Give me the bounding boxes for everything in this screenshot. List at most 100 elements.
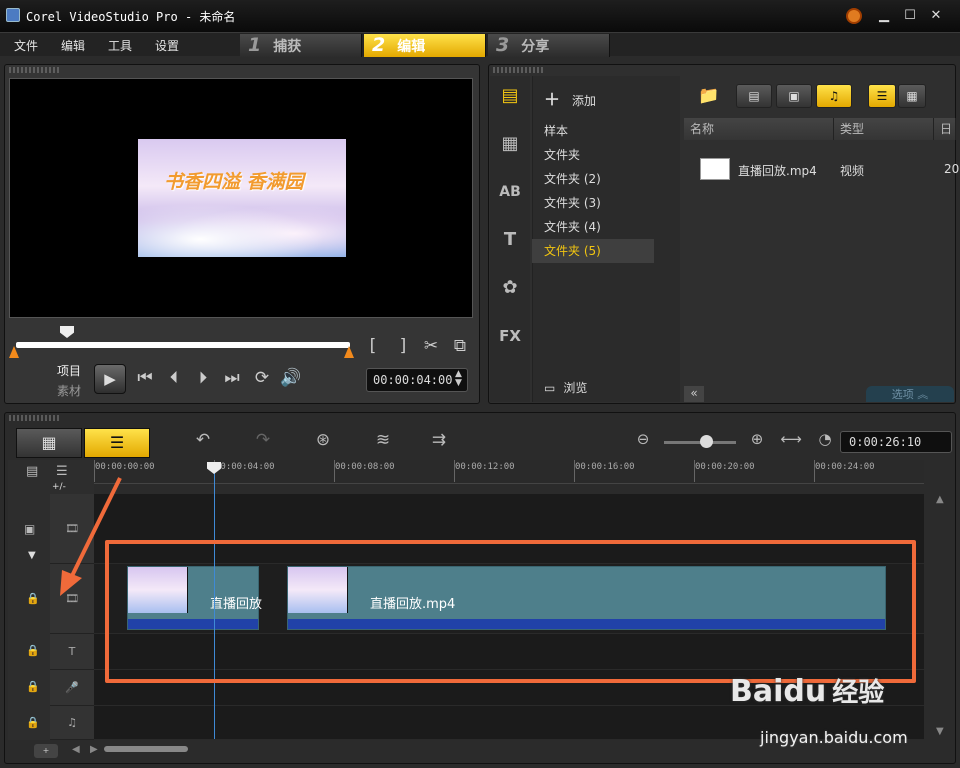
zoom-out-icon[interactable]: ⊖ [628, 430, 658, 448]
timeline-icon: ☰ [109, 433, 125, 452]
library-item[interactable]: 文件夹 (2) [544, 167, 666, 191]
tab-edit[interactable]: 2 编辑 [364, 34, 486, 57]
timecode-field[interactable]: 00:00:04:00 [366, 368, 468, 392]
fit-project-icon[interactable]: ⟷ [776, 430, 806, 448]
play-button[interactable]: ▶ [94, 364, 126, 394]
minimize-button[interactable]: ▁ [874, 8, 894, 23]
voice-track-label: 🎤 [50, 670, 94, 706]
tab-capture[interactable]: 1 捕获 [240, 34, 362, 57]
file-name[interactable]: 直播回放.mp4 [738, 162, 817, 179]
column-date[interactable]: 日期 [934, 118, 956, 140]
zoom-in-icon[interactable]: ⊕ [742, 430, 772, 448]
list-view-button[interactable]: ☰ [868, 84, 896, 108]
media-library-icon[interactable]: ▤ [490, 80, 530, 112]
next-frame-icon[interactable]: ⏵ [192, 368, 214, 388]
volume-icon[interactable]: 🔊 [280, 368, 302, 388]
tab-share[interactable]: 3 分享 [488, 34, 610, 57]
fx-icon[interactable]: FX [490, 320, 530, 352]
auto-music-icon[interactable]: ⇉ [424, 430, 454, 450]
library-item[interactable]: 样本 [544, 119, 666, 143]
title-bar: Corel VideoStudio Pro - 未命名 ▁ ☐ ✕ [0, 0, 960, 32]
show-video-button[interactable]: ▤ [736, 84, 772, 108]
mark-in-button[interactable]: [ [362, 336, 384, 356]
play-icon: ▶ [104, 370, 116, 388]
app-icon [6, 8, 20, 22]
microphone-icon: 🎤 [65, 681, 79, 694]
scroll-down-icon[interactable]: ▼ [936, 726, 944, 737]
column-type[interactable]: 类型 [834, 118, 934, 140]
browse-button[interactable]: ▭ 浏览 [544, 379, 587, 396]
mode-project[interactable]: 项目 [57, 362, 81, 379]
menu-settings[interactable]: 设置 [155, 37, 179, 54]
transitions-icon[interactable]: ▦ [490, 128, 530, 160]
add-folder-button[interactable]: ＋ 添加 [544, 86, 596, 110]
options-button[interactable]: 选项 ︽ [866, 386, 954, 402]
show-audio-button[interactable]: ♫ [816, 84, 852, 108]
music-icon: ♫ [828, 89, 840, 103]
lock-icon[interactable]: 🔒 [26, 644, 40, 657]
enlarge-preview-icon[interactable]: ⧉ [449, 336, 471, 356]
lock-icon[interactable]: 🔒 [26, 716, 40, 729]
library-item[interactable]: 文件夹 [544, 143, 666, 167]
menu-bar: 文件 编辑 工具 设置 1 捕获 2 编辑 3 分享 [0, 32, 960, 57]
thumbnail-view-button[interactable]: ▦ [898, 84, 926, 108]
library-sidebar: ▤ ▦ AB T ✿ FX [490, 76, 530, 402]
title-icon[interactable]: T [490, 224, 530, 256]
duration-clock-icon[interactable]: ◔ [810, 430, 840, 448]
undo-icon[interactable]: ↶ [188, 430, 218, 450]
repeat-icon[interactable]: ⟳ [251, 368, 273, 388]
collapse-library-icon[interactable]: « [684, 386, 704, 402]
scroll-left-icon[interactable]: ◀ [72, 744, 80, 755]
redo-icon[interactable]: ↷ [248, 430, 278, 450]
graphics-ab-icon[interactable]: AB [490, 176, 530, 208]
menu-file[interactable]: 文件 [14, 37, 38, 54]
ripple-icon[interactable]: ▣ [24, 522, 35, 536]
close-button[interactable]: ✕ [926, 8, 946, 23]
zoom-slider-thumb[interactable] [700, 435, 713, 448]
scroll-up-icon[interactable]: ▲ [936, 494, 944, 505]
menu-edit[interactable]: 编辑 [61, 37, 85, 54]
track-list-icon[interactable]: ☰ [56, 464, 68, 479]
filter-icon[interactable]: ✿ [490, 272, 530, 304]
overlay-track-icon: 🎞 [65, 592, 79, 605]
library-item-selected[interactable]: 文件夹 (5) [532, 239, 654, 263]
add-remove-track[interactable]: +/- [52, 482, 66, 492]
menu-tools[interactable]: 工具 [108, 37, 132, 54]
step-number: 3 [496, 34, 510, 56]
scissors-icon[interactable]: ✂ [420, 336, 442, 356]
maximize-button[interactable]: ☐ [900, 8, 920, 23]
help-icon[interactable] [846, 8, 862, 24]
previous-frame-icon[interactable]: ⏴ [163, 368, 185, 388]
scrubber-bar[interactable] [16, 342, 350, 348]
timeline-view-button[interactable]: ☰ [84, 428, 150, 458]
sound-mixer-icon[interactable]: ≋ [368, 430, 398, 450]
step-label: 捕获 [273, 39, 302, 55]
lock-icon[interactable]: 🔒 [26, 592, 40, 605]
library-item[interactable]: 文件夹 (3) [544, 191, 666, 215]
horizontal-scroll-thumb[interactable] [104, 746, 188, 752]
go-to-start-icon[interactable]: ⏮ [134, 368, 156, 388]
show-photo-button[interactable]: ▣ [776, 84, 812, 108]
browse-icon: ▭ [544, 381, 556, 395]
chevron-down-icon[interactable]: ▼ [28, 550, 36, 561]
mode-clip[interactable]: 素材 [57, 382, 81, 399]
file-thumbnail [700, 158, 730, 180]
library-item[interactable]: 文件夹 (4) [544, 215, 666, 239]
grid-icon: ▦ [906, 89, 918, 103]
record-capture-icon[interactable]: ⊛ [308, 430, 338, 450]
go-to-end-icon[interactable]: ⏭ [221, 368, 243, 388]
storyboard-view-button[interactable]: ▦ [16, 428, 82, 458]
track-manager-icon[interactable]: ▤ [26, 464, 38, 479]
preview-window: 书香四溢 香满园 [9, 78, 473, 318]
folder-icon[interactable]: 📁 [698, 86, 719, 106]
step-number: 1 [248, 34, 262, 56]
mark-out-button[interactable]: ] [392, 336, 414, 356]
ruler-tick-label: 00:00:16:00 [575, 462, 635, 472]
ruler-tick-label: 00:00:08:00 [335, 462, 395, 472]
cloud-graphic [138, 198, 346, 257]
timecode-stepper[interactable]: ▲ ▼ [455, 370, 462, 388]
scroll-right-icon[interactable]: ▶ [90, 744, 98, 755]
lock-icon[interactable]: 🔒 [26, 680, 40, 693]
add-track-button[interactable]: + [34, 744, 58, 758]
column-name[interactable]: 名称 [684, 118, 834, 140]
